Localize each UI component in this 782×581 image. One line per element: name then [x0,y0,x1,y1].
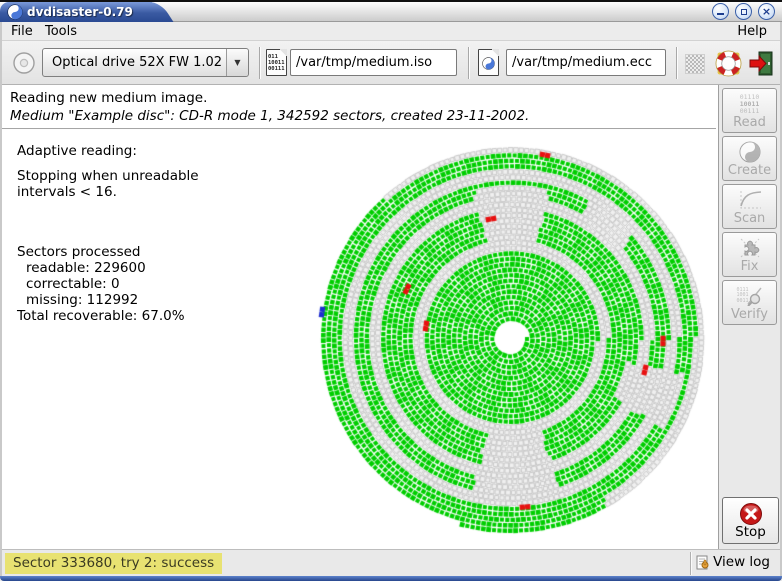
stopping-rule-line1: Stopping when unreadable [17,168,199,184]
verify-button-label: Verify [723,307,776,322]
sectors-processed-title: Sectors processed [17,244,199,260]
horizontal-separator [2,128,716,130]
toolbar-separator [468,47,470,79]
menu-file[interactable]: File [6,23,38,40]
app-window: dvdisaster-0.79 × File Tools Help Optica… [0,0,782,581]
window-title: dvdisaster-0.79 [27,5,133,19]
view-log-button[interactable]: View log [696,554,770,570]
app-yinyang-icon [7,4,23,20]
drive-selector[interactable]: Optical drive 52X FW 1.02 ▼ [42,48,249,77]
read-button[interactable]: 01110 10011 00111 Read [722,88,777,133]
action-sidebar: 01110 10011 00111 Read Create [718,85,780,549]
preferences-button[interactable] [683,52,707,76]
toolbar: Optical drive 52X FW 1.02 ▼ 011 10011 00… [2,41,780,85]
read-button-label: Read [723,115,776,130]
yinyang-create-icon [723,140,776,164]
main-content: Reading new medium image. Medium "Exampl… [2,85,780,549]
maximize-button[interactable] [735,3,752,20]
window-bottom-edge [0,576,782,581]
window-left-edge [0,2,2,576]
create-button-label: Create [723,163,776,178]
scan-curve-icon [723,188,776,212]
binary-read-icon: 01110 10011 00111 [723,92,776,116]
ecc-file-input[interactable]: /var/tmp/medium.ecc [506,49,666,76]
drive-selector-value: Optical drive 52X FW 1.02 [43,55,226,70]
stop-button[interactable]: Stop [722,497,779,544]
reading-mode-label: Adaptive reading: [17,143,199,159]
missing-count: missing: 112992 [17,292,199,308]
drive-disc-icon[interactable] [10,49,38,77]
total-recoverable: Total recoverable: 67.0% [17,308,199,324]
stop-icon [723,502,778,526]
close-button[interactable]: × [758,3,775,20]
chevron-down-icon: ▼ [226,49,248,76]
minimize-button[interactable] [712,3,729,20]
help-button[interactable] [714,49,742,77]
sector-status-message: Sector 333680, try 2: success [5,553,222,574]
verify-compare-icon: 0111 1001 0011 [723,284,776,308]
lifebuoy-icon [715,50,742,77]
toolbar-separator [259,47,261,79]
menu-help[interactable]: Help [732,23,772,40]
correctable-count: correctable: 0 [17,276,199,292]
reading-info-panel: Adaptive reading: Stopping when unreadab… [17,143,199,324]
fix-button-label: Fix [723,259,776,274]
view-log-label: View log [713,554,770,570]
readable-count: readable: 229600 [17,260,199,276]
image-file-icon: 011 10011 00111 [266,49,287,76]
log-document-icon [696,555,710,570]
puzzle-fix-icon [723,236,776,260]
create-button[interactable]: Create [722,136,777,181]
medium-info-line: Medium "Example disc": CD-R mode 1, 3425… [10,108,529,124]
menubar: File Tools Help [2,22,780,41]
statusbar-separator [690,552,692,575]
window-top-edge [0,0,782,2]
ecc-file-icon [478,49,499,76]
statusbar: Sector 333680, try 2: success View log [2,549,780,576]
scan-button-label: Scan [723,211,776,226]
image-file-input[interactable]: /var/tmp/medium.iso [290,49,457,76]
menu-tools[interactable]: Tools [40,23,82,40]
stop-button-label: Stop [723,524,778,540]
titlebar[interactable]: dvdisaster-0.79 × [0,2,782,22]
preferences-icon-disabled [685,54,705,74]
quit-button[interactable] [747,49,775,77]
toolbar-separator [676,47,678,79]
stopping-rule-line2: intervals < 16. [17,184,199,200]
page-fold [492,49,499,56]
yinyang-glyph [482,57,495,70]
verify-button[interactable]: 0111 1001 0011 Verify [722,280,777,325]
scan-button[interactable]: Scan [722,184,777,229]
exit-door-icon [748,50,774,77]
status-heading: Reading new medium image. [10,90,207,106]
fix-button[interactable]: Fix [722,232,777,277]
